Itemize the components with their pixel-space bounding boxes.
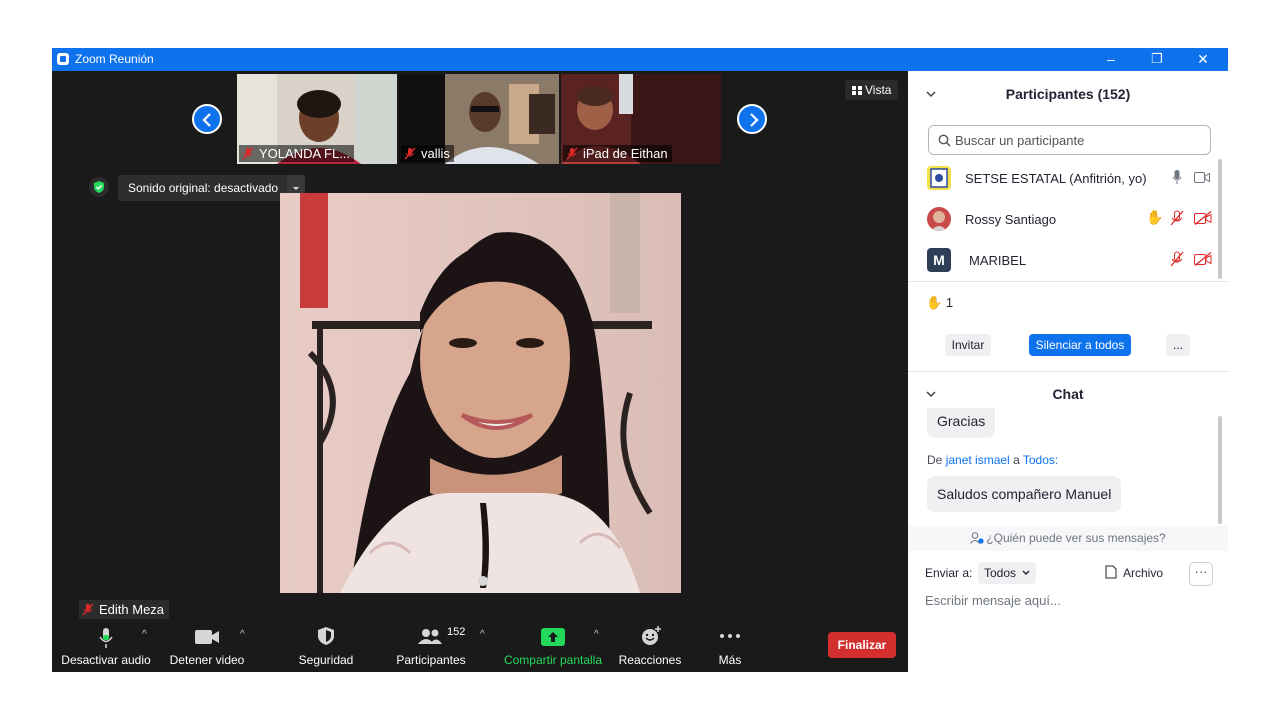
video-options-caret[interactable]: ^ (240, 629, 245, 640)
participant-thumbnail[interactable]: YOLANDA FL... (237, 74, 397, 164)
file-icon (1105, 565, 1117, 579)
more-dots-icon (720, 634, 740, 638)
zoom-app-icon (57, 53, 69, 65)
more-button[interactable]: Más (704, 621, 756, 669)
participant-name-tag: vallis (401, 145, 454, 162)
chat-message-bubble: Saludos compañero Manuel (927, 476, 1122, 512)
participants-options-caret[interactable]: ^ (480, 629, 485, 640)
search-icon (938, 134, 951, 147)
participant-row[interactable]: M MARIBEL (926, 247, 1212, 275)
chevron-right-icon (750, 113, 759, 127)
raised-hand-icon: ✋ (926, 295, 943, 310)
stop-video-button[interactable]: Detener video (164, 621, 250, 669)
shield-icon (318, 627, 334, 645)
share-screen-icon (541, 628, 565, 646)
audio-options-caret[interactable]: ^ (142, 629, 147, 640)
muted-mic-icon[interactable] (1170, 210, 1184, 226)
zoom-window: Zoom Reunión – ❐ ✕ YOLANDA FL... vallis … (52, 48, 1228, 672)
meeting-toolbar: Desactivar audio ^ Detener video ^ Segur… (52, 621, 908, 672)
muted-mic-icon (242, 147, 254, 160)
participants-panel-title: Participantes (152) (1005, 86, 1131, 102)
reactions-button[interactable]: Reacciones (616, 621, 684, 669)
grid-icon (852, 86, 862, 95)
chat-recipient-link[interactable]: Todos: (1023, 453, 1058, 467)
participant-thumbnail[interactable]: vallis (399, 74, 559, 164)
chat-message-bubble: Gracias (927, 408, 996, 438)
share-screen-button[interactable]: Compartir pantalla (500, 621, 606, 669)
chat-sender-link[interactable]: janet ismael (946, 453, 1010, 467)
chevron-down-icon (1022, 570, 1030, 575)
active-speaker-video (280, 193, 681, 593)
participant-thumbnail[interactable]: iPad de Eithan (561, 74, 721, 164)
send-to-label: Enviar a: (925, 566, 973, 580)
muted-mic-icon[interactable] (1170, 251, 1184, 267)
participant-row[interactable]: Rossy Santiago ✋ (926, 206, 1212, 234)
share-options-caret[interactable]: ^ (594, 629, 599, 640)
participant-search-input[interactable]: Buscar un participante (928, 125, 1211, 155)
video-off-icon[interactable] (1194, 211, 1212, 225)
speaker-video-image (280, 193, 681, 593)
gallery-prev-button[interactable] (192, 104, 222, 134)
search-placeholder: Buscar un participante (955, 133, 1085, 148)
chat-panel-title: Chat (1052, 386, 1084, 402)
mute-audio-button[interactable]: Desactivar audio (58, 621, 154, 669)
participant-name: Rossy Santiago (965, 212, 1057, 227)
original-sound-toggle[interactable]: Sonido original: desactivado (118, 175, 289, 201)
participants-button[interactable]: 152 Participantes (392, 621, 470, 669)
raised-hands-summary: ✋ 1 (926, 295, 954, 310)
send-to-dropdown[interactable]: Todos (978, 562, 1036, 584)
restore-button[interactable]: ❐ (1134, 48, 1180, 71)
avatar (927, 166, 951, 190)
end-meeting-button[interactable]: Finalizar (828, 632, 896, 658)
microphone-icon (99, 628, 113, 648)
video-camera-icon[interactable] (1194, 172, 1210, 183)
security-button[interactable]: Seguridad (292, 621, 360, 669)
gallery-next-button[interactable] (737, 104, 767, 134)
emoji-reaction-icon (642, 626, 661, 645)
raised-hand-icon: ✋ (1146, 209, 1164, 225)
file-button[interactable]: Archivo (1105, 565, 1163, 580)
muted-mic-icon (566, 147, 578, 160)
chat-scrollbar[interactable] (1218, 416, 1222, 524)
mute-all-button[interactable]: Silenciar a todos (1029, 334, 1131, 356)
participants-icon (418, 629, 442, 644)
chevron-left-icon (202, 113, 211, 127)
microphone-icon[interactable] (1172, 169, 1182, 185)
encryption-shield-icon[interactable] (89, 177, 109, 197)
meeting-video-area: YOLANDA FL... vallis iPad de Eithan Vist… (52, 71, 908, 672)
participant-row[interactable]: SETSE ESTATAL (Anfitrión, yo) (926, 165, 1210, 193)
side-panel: Participantes (152) Buscar un participan… (908, 71, 1228, 672)
avatar: M (927, 248, 951, 272)
participants-scrollbar[interactable] (1218, 159, 1222, 279)
speaker-name-tag: Edith Meza (79, 600, 170, 619)
video-camera-icon (195, 630, 219, 644)
muted-mic-icon (82, 603, 94, 616)
muted-mic-icon (404, 147, 416, 160)
invite-button[interactable]: Invitar (945, 334, 991, 356)
avatar (927, 207, 951, 231)
window-title: Zoom Reunión (75, 52, 154, 66)
who-can-see-messages-link[interactable]: ¿Quién puede ver sus mensajes? (908, 526, 1228, 551)
participant-name-tag: YOLANDA FL... (239, 145, 355, 162)
minimize-button[interactable]: – (1088, 48, 1134, 71)
divider (908, 281, 1228, 282)
participant-name: MARIBEL (969, 253, 1027, 268)
participant-name: SETSE ESTATAL (Anfitrión, yo) (965, 171, 1147, 186)
participant-name-tag: iPad de Eithan (563, 145, 672, 162)
chat-message-input[interactable]: Escribir mensaje aquí... (925, 593, 1061, 608)
title-bar: Zoom Reunión – ❐ ✕ (52, 48, 1228, 71)
video-off-icon[interactable] (1194, 252, 1212, 266)
chat-more-button[interactable]: ··· (1189, 562, 1213, 586)
participants-more-button[interactable]: ... (1166, 334, 1190, 356)
close-button[interactable]: ✕ (1180, 48, 1226, 71)
divider (908, 371, 1228, 372)
chat-message-header: De janet ismael a Todos: (927, 453, 1059, 467)
view-button[interactable]: Vista (845, 80, 899, 100)
person-info-icon (970, 532, 984, 544)
participants-count: 152 (447, 626, 466, 638)
